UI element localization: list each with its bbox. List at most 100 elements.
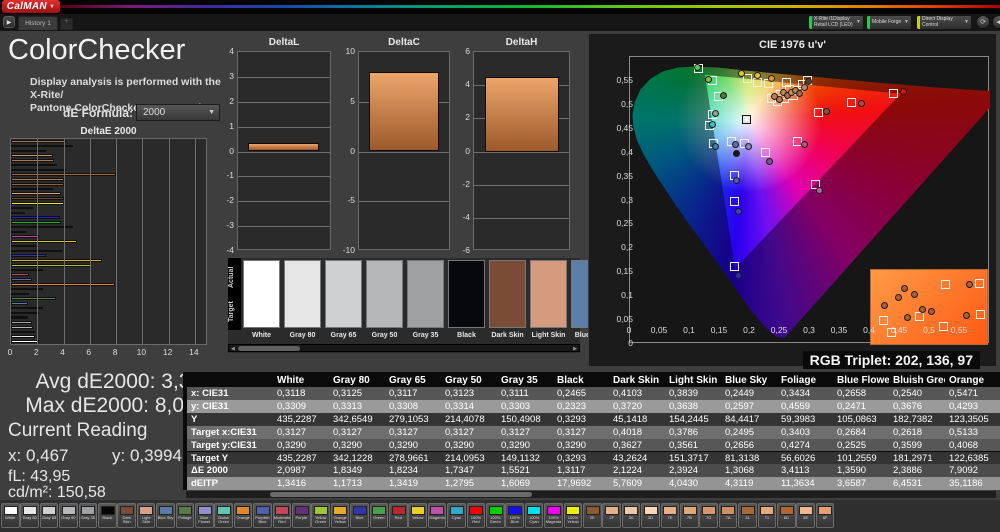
patch-chip[interactable]: 8F	[815, 503, 835, 528]
patch-chip[interactable]: 100% Cyan	[524, 503, 544, 528]
table-cell: 435,2287	[277, 413, 317, 425]
scroll-left-icon[interactable]: ◀	[231, 346, 235, 352]
patch-chip[interactable]: 100% Red	[466, 503, 486, 528]
colorchecker-swatch[interactable]	[325, 260, 362, 328]
patch-chip[interactable]: 2E	[583, 503, 602, 528]
device-button[interactable]: X-Rite i1Display Retail LCD (LED) ▼	[808, 15, 864, 30]
patch-chip[interactable]: 8E	[796, 503, 815, 528]
swatch-side-labels: Actual Target	[228, 258, 241, 330]
colorchecker-swatch[interactable]	[407, 260, 444, 328]
swatch-scrollbar[interactable]: ◀ ▶	[228, 344, 580, 352]
patch-chip[interactable]: 100% Green	[486, 503, 505, 528]
colorchecker-swatch[interactable]	[489, 260, 526, 328]
table-scrollbar-thumb[interactable]	[270, 492, 532, 497]
patch-chip[interactable]: 3D	[641, 503, 660, 528]
table-header-cell: Blue Flower	[837, 375, 889, 386]
patch-chip[interactable]: 31	[738, 503, 757, 528]
patch-chip[interactable]: 2F	[602, 503, 621, 528]
colorchecker-swatch[interactable]	[284, 260, 321, 328]
table-cell: 6,4531	[893, 478, 923, 490]
patch-chip-label: Moderate Red	[273, 516, 291, 525]
scroll-right-icon[interactable]: ▶	[573, 346, 577, 352]
patch-chip[interactable]: Orange Yellow	[330, 503, 350, 528]
patch-chip[interactable]: Bluish Green	[214, 503, 233, 528]
patch-chip[interactable]: 7E	[660, 503, 680, 528]
patch-chip[interactable]: 100% Magenta	[544, 503, 563, 528]
patch-chip-label: Dark Skin	[122, 516, 131, 525]
patch-chip-color	[701, 505, 716, 515]
patch-chip[interactable]: Cyan	[447, 503, 466, 528]
measurement-table: White Gray 80 Gray 65 Gray 50 Gray 35 Black Da…	[183, 372, 1000, 490]
patch-chip[interactable]: Yellow	[408, 503, 427, 528]
colorchecker-swatch[interactable]	[366, 260, 403, 328]
patch-chip[interactable]: 100% Yellow	[563, 503, 583, 528]
table-cell: 151,3717	[669, 452, 709, 464]
play-tab-button[interactable]: ▶	[3, 16, 15, 28]
table-cell: 0,3290	[389, 439, 419, 451]
swatch-scrollbar-thumb[interactable]	[238, 346, 300, 351]
patch-chip[interactable]: Yellow Green	[311, 503, 330, 528]
colorchecker-swatch[interactable]	[448, 260, 485, 328]
patch-chip[interactable]: Magenta	[427, 503, 447, 528]
settings-round-button[interactable]: ⟳	[976, 15, 990, 29]
patch-chip-label: Purple	[295, 516, 308, 520]
patch-chip[interactable]: 7B	[680, 503, 699, 528]
patch-chip-label: 7A	[725, 516, 731, 520]
table-cell: 0,4068	[949, 439, 979, 451]
title-bar: CalMAN ▼	[0, 0, 1000, 14]
device-button[interactable]: Mobile Forge ▼	[866, 15, 912, 30]
patch-chip[interactable]: Blue	[350, 503, 369, 528]
patch-chip[interactable]: Moderate Red	[272, 503, 292, 528]
device-button[interactable]: Direct Display Control ▼	[916, 15, 972, 30]
cie-white-point	[742, 115, 751, 125]
mini-chart-plot	[473, 51, 570, 250]
patch-chip[interactable]: Green	[369, 503, 389, 528]
colorchecker-swatch[interactable]	[530, 260, 567, 328]
patch-chip-color	[507, 505, 522, 515]
delta-bar	[369, 71, 439, 152]
patch-chip[interactable]: Gray 80	[20, 503, 39, 528]
patch-chip[interactable]: Black	[98, 503, 117, 528]
patch-chip[interactable]: Blue Sky	[156, 503, 175, 528]
de-formula-dropdown[interactable]: 2000 ▼	[136, 104, 220, 121]
patch-chip-color	[3, 505, 18, 515]
axis-tick-label: 6	[86, 347, 92, 357]
patch-chip[interactable]: Purple	[292, 503, 311, 528]
patch-chip[interactable]: 71	[757, 503, 777, 528]
patch-chip[interactable]: Red	[389, 503, 408, 528]
patch-chip[interactable]: 100% Blue	[505, 503, 524, 528]
tab-add[interactable]: +	[60, 18, 73, 30]
patch-chip[interactable]: Foliage	[175, 503, 195, 528]
table-cell: 149,1132	[501, 452, 540, 464]
patch-chip[interactable]: Gray 35	[78, 503, 98, 528]
patch-selector-strip: White Gray 80 Gray 65 Gray 50 Gray 35 Black Da…	[0, 500, 1000, 532]
axis-tick-label: 0,4	[863, 325, 875, 335]
patch-chip[interactable]: Purplish Blue	[253, 503, 272, 528]
calman-logo[interactable]: CalMAN ▼	[2, 0, 60, 13]
patch-chip[interactable]: 6D	[777, 503, 796, 528]
gridline	[194, 139, 196, 344]
table-scrollbar[interactable]	[186, 491, 996, 498]
patch-chip[interactable]: White	[1, 503, 20, 528]
patch-chip-color	[760, 505, 775, 515]
patch-chip-label: 100% Yellow	[567, 516, 579, 525]
collapse-round-button[interactable]: ◀	[992, 15, 1000, 29]
inset-measured-point	[911, 291, 918, 298]
patch-chip[interactable]: Blue Flower	[195, 503, 214, 528]
patch-chip[interactable]: 7A	[718, 503, 738, 528]
colorchecker-swatch[interactable]	[243, 260, 280, 328]
table-cell: 5,7609	[613, 478, 643, 490]
patch-chip[interactable]: 30	[621, 503, 641, 528]
patch-chip-color	[81, 505, 96, 515]
patch-chip-label: 8E	[803, 516, 809, 520]
patch-chip[interactable]: Dark Skin	[117, 503, 136, 528]
table-cell: 0,2658	[837, 388, 867, 399]
tab-history-1[interactable]: History 1	[18, 16, 58, 30]
patch-chip[interactable]: 7G	[699, 503, 718, 528]
table-cell: 35,1186	[949, 478, 983, 490]
patch-chip[interactable]: Gray 65	[39, 503, 59, 528]
patch-chip[interactable]: Gray 50	[59, 503, 78, 528]
patch-chip[interactable]: Light Skin	[136, 503, 156, 528]
patch-chip[interactable]: Orange	[233, 503, 253, 528]
de-bar	[11, 340, 39, 343]
